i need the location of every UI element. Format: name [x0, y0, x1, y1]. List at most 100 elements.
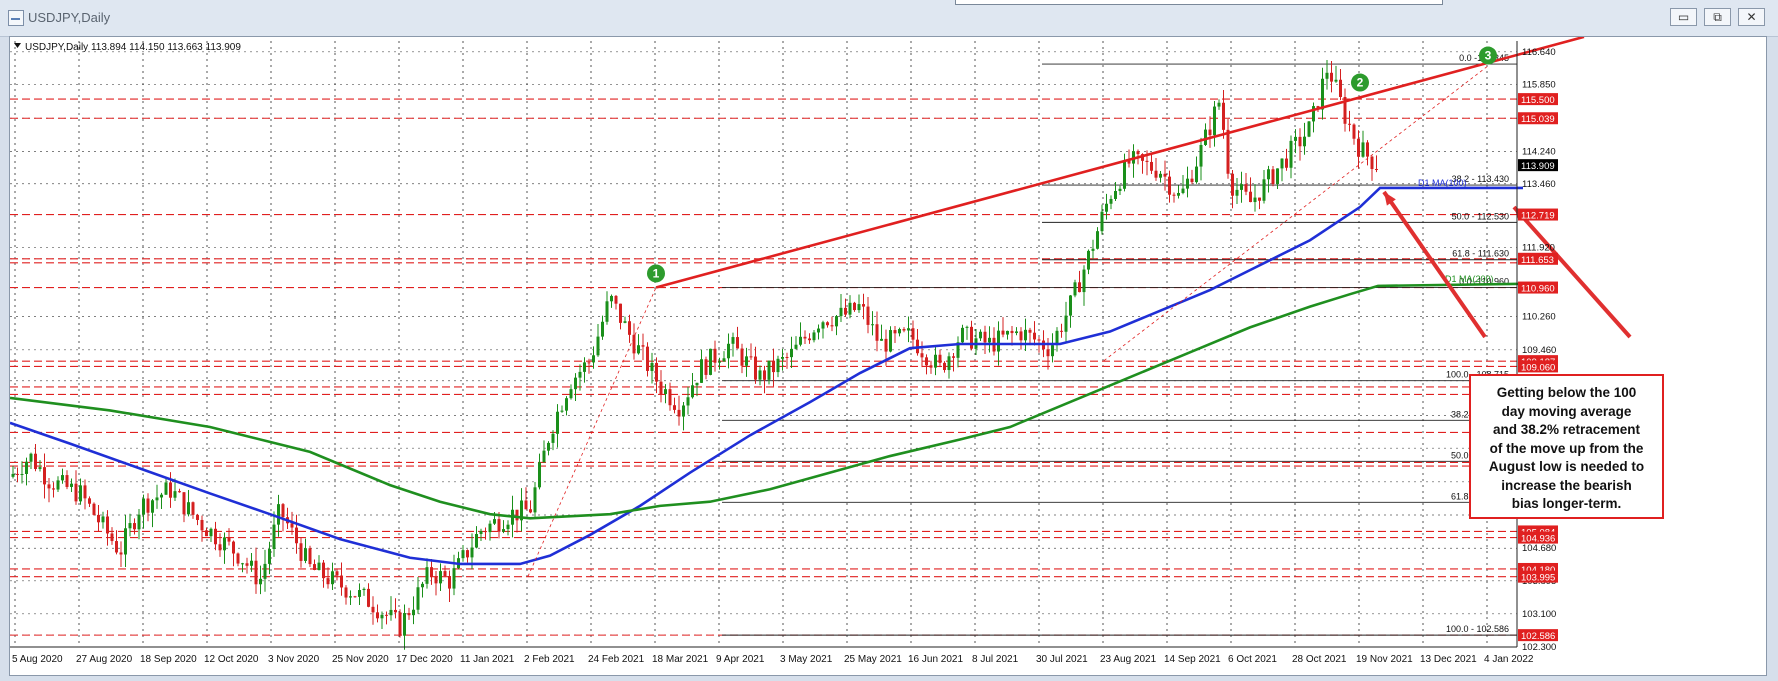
x-tick-label: 11 Jan 2021 [460, 654, 515, 665]
annotation-line: and 38.2% retracement [1492, 422, 1641, 437]
moving-average-label: D1 MA(200) [1445, 274, 1494, 284]
x-tick-label: 18 Mar 2021 [652, 654, 709, 665]
candle-body [641, 345, 645, 347]
candle-body [416, 587, 420, 610]
candle-body [1258, 197, 1261, 201]
candle-body [1213, 106, 1216, 136]
price-chart[interactable]: 0.0 -110.960100.0 - 108.71538.2 - 107.76… [10, 37, 1766, 675]
candle-body [506, 524, 510, 530]
x-tick-label: 3 May 2021 [780, 654, 833, 665]
candle-body [1249, 191, 1252, 203]
candle-body [889, 330, 892, 352]
candle-body [952, 356, 955, 358]
candle-body [578, 371, 582, 378]
candle-body [479, 531, 483, 534]
candle-body [214, 528, 217, 545]
candle-body [533, 487, 537, 513]
candle-body [569, 389, 573, 399]
candle-body [776, 358, 780, 373]
candle-body [1100, 211, 1104, 232]
x-tick-label: 18 Sep 2020 [140, 654, 197, 665]
fib-level-label: 100.0 - 102.586 [1446, 624, 1509, 634]
candle-body [151, 500, 154, 513]
peak-marker-label: 3 [1485, 49, 1492, 63]
candle-body [362, 588, 366, 591]
candle-body [475, 533, 478, 548]
y-tick-label: 116.640 [1522, 47, 1556, 58]
candle-body [515, 509, 519, 521]
candle-body [353, 596, 357, 598]
x-tick-label: 27 Aug 2020 [76, 654, 133, 665]
candle-body [659, 381, 663, 395]
minimize-button[interactable]: ▭ [1670, 8, 1697, 26]
candle-body [1087, 250, 1090, 270]
candle-body [196, 514, 199, 520]
candle-body [1060, 330, 1063, 332]
peak-marker-label: 1 [653, 266, 660, 280]
candle-body [812, 332, 816, 341]
candle-body [1271, 169, 1275, 185]
candle-body [133, 523, 136, 530]
candle-body [385, 614, 388, 616]
candle-body [326, 578, 330, 585]
candle-body [187, 502, 190, 515]
price-tag-label: 113.909 [1521, 161, 1555, 172]
candle-body [826, 322, 829, 326]
price-tag-label: 115.039 [1521, 114, 1555, 125]
candle-body [785, 356, 789, 358]
candle-body [718, 361, 721, 363]
window-titlebar[interactable]: USDJPY,Daily ▭ ⧉ ✕ [0, 0, 1778, 37]
candle-body [119, 552, 123, 555]
candle-body [1181, 188, 1185, 193]
candle-body [1334, 79, 1338, 82]
annotation-line: of the move up from the [1489, 440, 1644, 456]
candle-body [844, 307, 847, 315]
candle-body [434, 576, 438, 584]
candle-body [254, 560, 258, 585]
candle-body [1015, 331, 1018, 334]
candle-body [781, 356, 784, 359]
window-title: USDJPY,Daily [28, 10, 111, 25]
candle-body [596, 336, 600, 356]
candle-body [1064, 315, 1068, 332]
candle-body [1037, 339, 1041, 341]
candle-body [1001, 330, 1005, 335]
candle-body [218, 544, 222, 551]
candle-body [970, 326, 973, 349]
candle-body [11, 473, 15, 477]
candle-body [304, 548, 307, 561]
x-tick-label: 2 Feb 2021 [524, 654, 575, 665]
close-button[interactable]: ✕ [1738, 8, 1765, 26]
candle-body [1118, 188, 1122, 191]
candle-body [367, 588, 370, 607]
candle-body [182, 492, 186, 515]
candle-body [1253, 197, 1257, 203]
chart-area[interactable]: 0.0 -110.960100.0 - 108.71538.2 - 107.76… [9, 36, 1767, 676]
candle-body [920, 353, 924, 358]
candle-body [16, 473, 19, 475]
candle-body [1276, 168, 1279, 185]
x-tick-label: 9 Apr 2021 [716, 654, 765, 665]
candle-body [934, 354, 937, 368]
y-tick-label: 104.680 [1522, 543, 1556, 554]
candle-body [398, 612, 402, 636]
candle-body [632, 334, 636, 354]
candle-body [1154, 170, 1158, 178]
candle-body [421, 583, 424, 588]
candle-body [155, 497, 159, 501]
candle-body [461, 550, 465, 559]
candle-body [907, 328, 910, 331]
candle-body [502, 529, 505, 532]
x-tick-label: 30 Jul 2021 [1036, 654, 1088, 665]
annotation-line: increase the bearish [1501, 477, 1632, 493]
x-tick-label: 8 Jul 2021 [972, 654, 1019, 665]
candle-body [497, 519, 501, 532]
candle-body [1159, 173, 1162, 178]
candle-body [200, 519, 204, 531]
restore-button[interactable]: ⧉ [1704, 8, 1731, 26]
candle-body [443, 571, 447, 576]
candle-body [1289, 140, 1293, 168]
candle-body [1262, 179, 1266, 201]
candle-body [1375, 168, 1378, 170]
candle-body [295, 527, 298, 544]
